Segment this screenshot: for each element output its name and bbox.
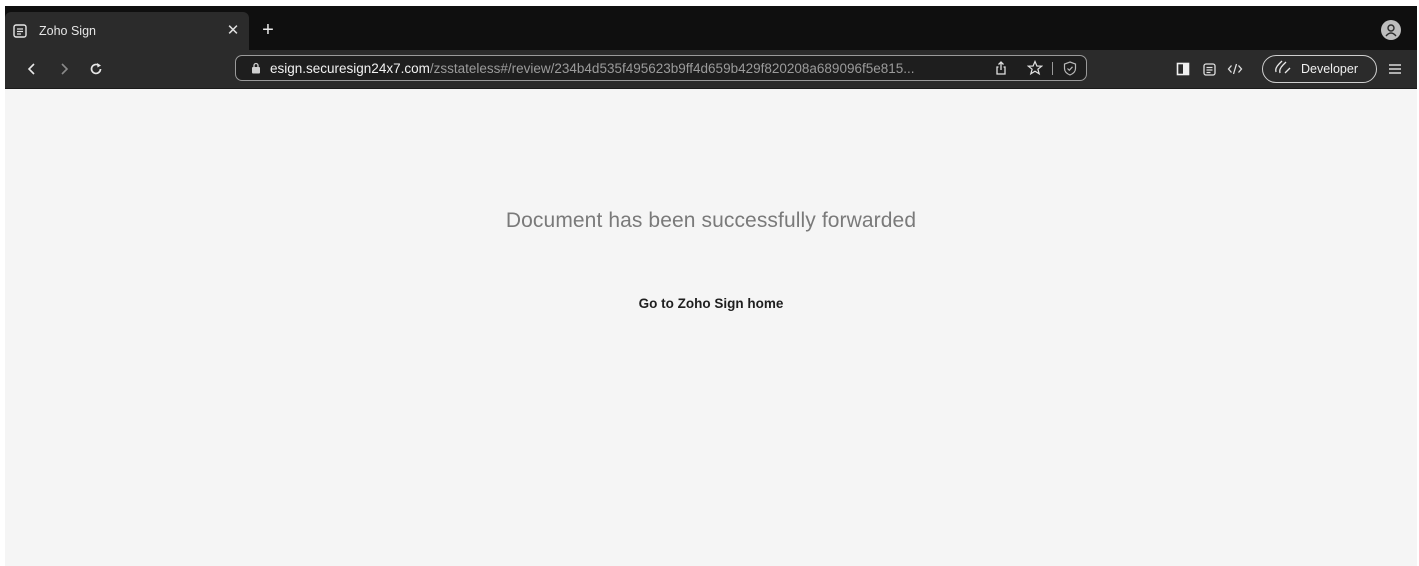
reading-list-icon[interactable]	[1200, 60, 1218, 78]
tab-strip: Zoho Sign ✕ +	[5, 6, 1417, 50]
tab-zoho-sign[interactable]: Zoho Sign ✕	[5, 12, 249, 50]
success-message: Document has been successfully forwarded	[505, 209, 917, 232]
back-icon[interactable]	[21, 58, 43, 80]
divider	[1052, 62, 1053, 75]
wave-icon	[1273, 59, 1293, 80]
developer-label: Developer	[1301, 62, 1358, 76]
page-content: Document has been successfully forwarded…	[5, 89, 1417, 566]
shield-icon[interactable]	[1062, 60, 1078, 76]
reload-icon[interactable]	[85, 58, 107, 80]
url-path: /zsstateless#/review/234b4d535f495623b9f…	[429, 60, 915, 76]
code-icon[interactable]	[1226, 60, 1244, 78]
menu-icon[interactable]	[1386, 60, 1404, 78]
share-icon[interactable]	[993, 60, 1009, 76]
url-text[interactable]: esign.securesign24x7.com/zsstateless#/re…	[270, 61, 990, 76]
url-host: esign.securesign24x7.com	[270, 60, 430, 76]
close-icon[interactable]: ✕	[223, 21, 243, 41]
star-icon[interactable]	[1027, 60, 1043, 76]
profile-icon[interactable]	[1381, 20, 1401, 40]
browser-window: Zoho Sign ✕ + esign.securesign24x7.com/z…	[5, 6, 1417, 566]
go-home-link[interactable]: Go to Zoho Sign home	[611, 296, 811, 311]
developer-button[interactable]: Developer	[1262, 55, 1377, 83]
forward-icon[interactable]	[53, 58, 75, 80]
new-tab-icon[interactable]: +	[257, 20, 279, 42]
browser-toolbar: esign.securesign24x7.com/zsstateless#/re…	[5, 50, 1417, 89]
document-icon	[13, 24, 27, 38]
lock-icon[interactable]	[250, 61, 262, 75]
sidebar-icon[interactable]	[1174, 60, 1192, 78]
address-bar[interactable]: esign.securesign24x7.com/zsstateless#/re…	[235, 55, 1087, 81]
tab-title: Zoho Sign	[39, 24, 96, 38]
